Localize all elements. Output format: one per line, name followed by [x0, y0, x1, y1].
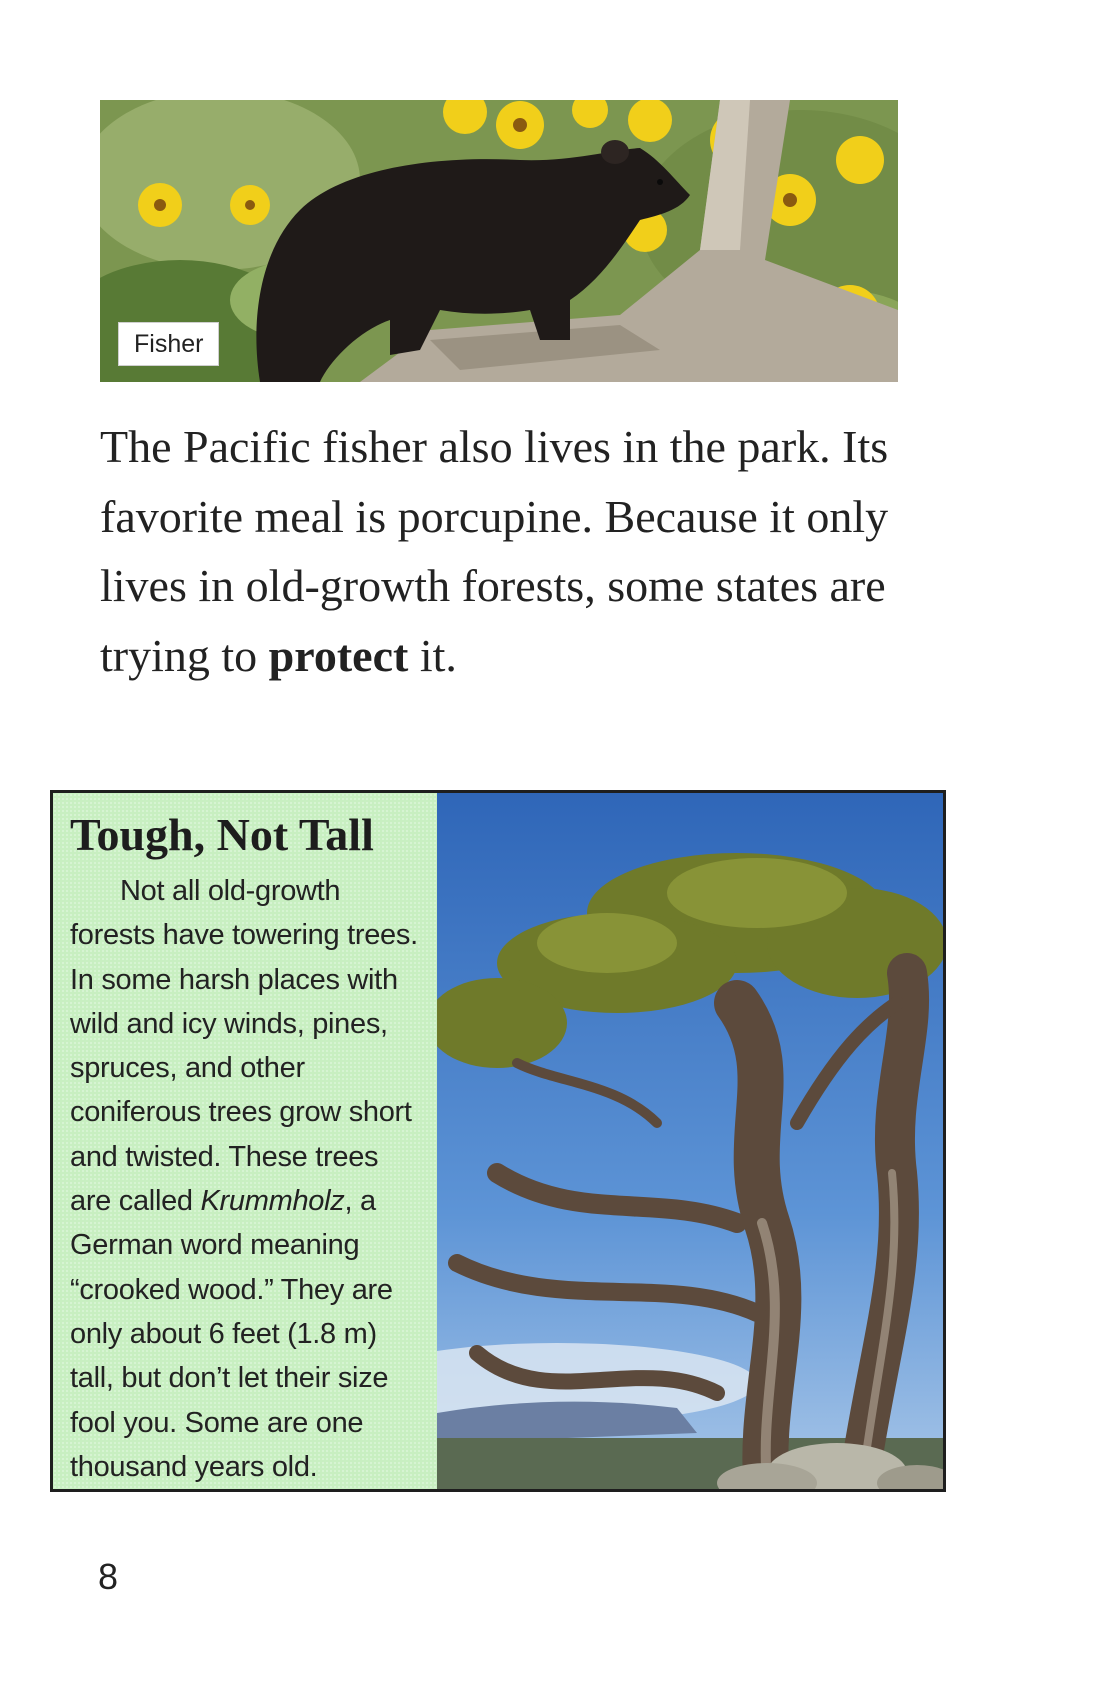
fisher-photo-illustration [100, 100, 898, 382]
body-bold-word: protect [268, 629, 409, 681]
fisher-photo: Fisher [100, 100, 898, 382]
page-number: 8 [98, 1556, 119, 1597]
sidebar-heading: Tough, Not Tall [70, 809, 374, 860]
sidebar-text-part2: , a German word meaning “crooked wood.” … [70, 1185, 393, 1483]
krummholz-photo-illustration [437, 793, 943, 1489]
krummholz-photo [437, 793, 943, 1489]
body-text-main: The Pacific fisher also lives in the par… [100, 421, 889, 681]
sidebar-text-part1: Not all old-growth forests have towering… [70, 875, 418, 1218]
sidebar-feature-box: Tough, Not Tall Not all old-growth fores… [50, 790, 946, 1492]
body-paragraph: The Pacific fisher also lives in the par… [100, 412, 920, 690]
body-text-end: it. [408, 629, 457, 681]
sidebar-italic-word: Krummholz [200, 1185, 345, 1218]
sidebar-paragraph: Not all old-growth forests have towering… [70, 869, 421, 1489]
sidebar-text-panel: Tough, Not Tall Not all old-growth fores… [53, 793, 437, 1489]
photo-caption: Fisher [118, 322, 220, 366]
